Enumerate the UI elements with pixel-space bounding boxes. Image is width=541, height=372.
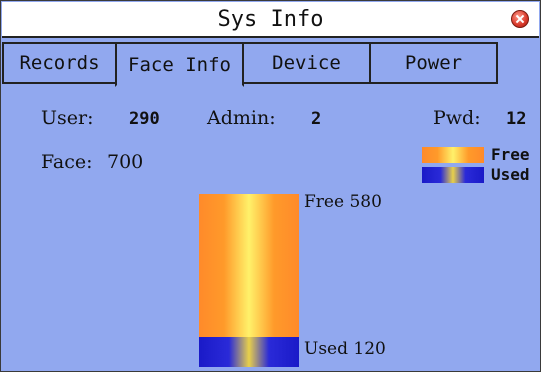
user-label: User: <box>41 107 94 129</box>
legend-used-label: Used <box>491 165 530 184</box>
admin-label: Admin: <box>207 107 276 129</box>
legend-used-swatch <box>422 167 484 183</box>
tab-device-label: Device <box>272 52 341 74</box>
close-icon[interactable] <box>511 10 529 28</box>
tab-records-label: Records <box>19 52 100 74</box>
legend-free-label: Free <box>491 145 530 164</box>
tab-power[interactable]: Power <box>369 42 498 84</box>
tab-face-info[interactable]: Face Info <box>115 42 244 87</box>
chart-used-label: Used 120 <box>304 339 386 359</box>
tab-bar: Records Face Info Device Power <box>2 42 540 87</box>
window-title: Sys Info <box>217 6 324 32</box>
pwd-value: 12 <box>506 109 527 129</box>
admin-value: 2 <box>311 109 322 129</box>
face-value: 700 <box>107 151 144 173</box>
bar-free-segment <box>199 194 299 337</box>
tab-device[interactable]: Device <box>242 42 371 84</box>
user-value: 290 <box>129 109 160 129</box>
pwd-label: Pwd: <box>433 107 481 129</box>
sys-info-window: Sys Info Records Face Info Device Power … <box>0 0 541 372</box>
tab-records[interactable]: Records <box>2 42 117 84</box>
chart-free-label: Free 580 <box>304 192 382 212</box>
tab-face-info-label: Face Info <box>128 53 231 76</box>
legend-free-swatch <box>422 147 484 163</box>
tab-power-label: Power <box>404 52 463 74</box>
title-bar: Sys Info <box>2 2 539 38</box>
bar-used-segment <box>199 337 299 367</box>
face-usage-bar <box>199 194 299 367</box>
face-label: Face: <box>41 151 93 173</box>
